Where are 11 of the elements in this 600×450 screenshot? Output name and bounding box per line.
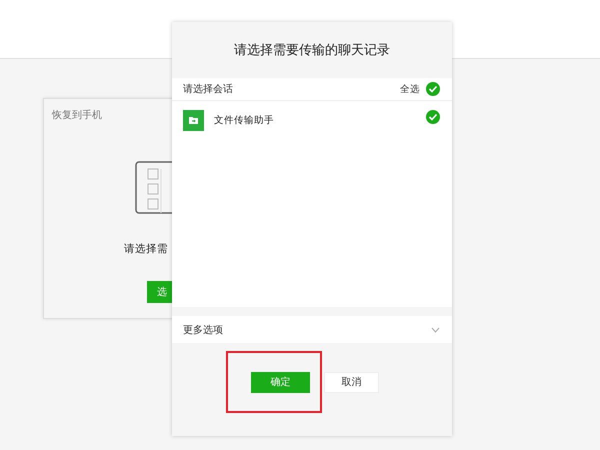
conversation-name: 文件传输助手: [214, 114, 275, 127]
select-all-label: 全选: [400, 82, 420, 96]
folder-icon: [183, 110, 204, 131]
dialog-title: 请选择需要传输的聊天记录: [234, 42, 390, 59]
section-label: 请选择会话: [183, 82, 234, 96]
check-icon[interactable]: [426, 82, 440, 96]
cancel-button[interactable]: 取消: [324, 372, 379, 392]
more-options-row[interactable]: 更多选项: [172, 316, 452, 343]
instruction-text: 请选择需: [124, 242, 168, 256]
check-icon[interactable]: [426, 110, 440, 124]
panel-title: 恢复到手机: [52, 108, 102, 122]
